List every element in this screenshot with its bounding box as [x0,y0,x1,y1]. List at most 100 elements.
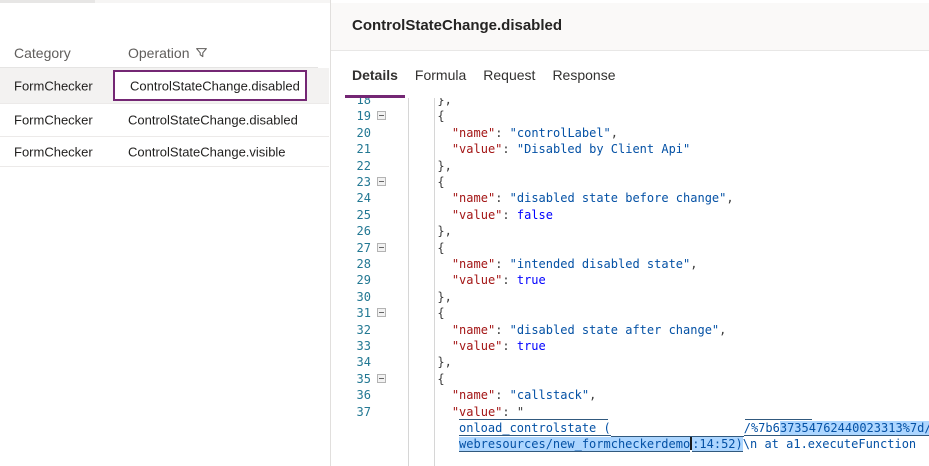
token-p: { [437,306,444,320]
token-s: "disabled state after change" [510,323,720,337]
code-editor[interactable]: 18},19{20"name": "controlLabel",21"value… [331,98,929,466]
tab-response[interactable]: Response [545,51,622,98]
fold-collapse-icon[interactable] [377,243,386,252]
code-line: 21"value": "Disabled by Client Api" [331,141,929,158]
code-line: 22}, [331,158,929,175]
line-number: 29 [331,272,371,288]
token-p: { [437,109,444,123]
code-text: }, [437,223,451,239]
token-k: "name" [452,257,495,271]
column-header-category[interactable]: Category [14,45,71,61]
detail-panel: ControlStateChange.disabled DetailsFormu… [331,0,929,466]
token-p: { [437,372,444,386]
callstack-text: \n at a1.executeFunction [743,437,916,451]
token-p: , [690,257,697,271]
code-text: }, [437,289,451,305]
code-text: "name": "disabled state after change", [452,322,727,338]
log-table-header: Category Operation [0,40,318,68]
log-table-panel: Category Operation FormChecker ControlSta… [0,3,330,466]
fold-collapse-icon[interactable] [377,177,386,186]
fold-collapse-icon[interactable] [377,374,386,383]
fold-collapse-icon[interactable] [377,111,386,120]
code-text: "name": "callstack", [452,387,597,403]
callstack-link[interactable]: onload_controlstate ( [459,421,611,436]
code-text: { [437,174,444,190]
token-k: "value" [452,142,503,156]
token-p: : [502,142,516,156]
token-p: : [502,208,516,222]
line-number: 23 [331,174,371,190]
token-p: : [495,126,509,140]
token-p: }, [437,98,451,107]
line-number: 19 [331,108,371,124]
code-text: "value": "Disabled by Client Api" [452,141,690,157]
tab-formula[interactable]: Formula [408,51,473,98]
code-line: 18}, [331,98,929,109]
line-number: 31 [331,305,371,321]
table-row[interactable]: FormCheckerControlStateChange.disabled [0,104,329,137]
token-p: : " [502,405,524,419]
table-row[interactable]: FormChecker ControlStateChange.visible [0,137,329,167]
code-line: 28 "name": "intended disabled state", [331,256,929,273]
token-p: : [495,257,509,271]
code-line: 20 "name": "controlLabel", [331,125,929,142]
log-table-body: FormChecker ControlStateChange.disabled Fo… [0,68,330,167]
token-p: , [611,126,618,140]
code-line: 30}, [331,289,929,306]
monitor-app-window: Category Operation FormChecker ControlSta… [0,0,929,466]
category-cell: FormChecker [14,78,93,93]
line-number: 20 [331,125,371,141]
code-line: 19 { [331,108,929,125]
token-p: }, [437,224,451,238]
code-text: "name": "controlLabel", [452,125,618,141]
code-line: 29 "value": true [331,272,929,289]
tab-request[interactable]: Request [476,51,542,98]
code-text: "value": true [452,272,546,288]
column-header-operation[interactable]: Operation [128,45,208,62]
code-line: 37"value": " [331,404,929,421]
line-number: 18 [331,98,371,108]
token-p: , [726,191,733,205]
line-number: 36 [331,387,371,403]
code-line: 33 "value": true [331,338,929,355]
line-number: 33 [331,338,371,354]
token-p: }, [437,355,451,369]
token-k: "name" [452,191,495,205]
filter-funnel-icon[interactable] [195,46,208,62]
code-text: "name": "intended disabled state", [452,256,698,272]
token-p: : [495,191,509,205]
token-p: : [502,339,516,353]
selection-highlight[interactable]: 37354762440023313%7d/ [780,421,929,436]
code-line: 26}, [331,223,929,240]
token-p: : [495,323,509,337]
token-s: "callstack" [510,388,589,402]
callstack-link[interactable]: /%7b6 [744,421,780,436]
detail-title: ControlStateChange.disabled [352,17,562,34]
code-text: "value": true [452,338,546,354]
table-row[interactable]: FormChecker ControlStateChange.disabled [0,68,329,104]
selected-cell-outline[interactable]: ControlStateChange.disabled [113,70,307,101]
code-text: { [437,305,444,321]
operation-cell: ControlStateChange.visible [128,144,286,159]
line-number: 28 [331,256,371,272]
code-line: 34}, [331,354,929,371]
token-k: "value" [452,339,503,353]
callstack-line-2: webresources/new_formcheckerdemo:14:52)\… [459,436,916,453]
token-p: : [502,273,516,287]
line-number: 25 [331,207,371,223]
token-k: "name" [452,126,495,140]
tab-details[interactable]: Details [345,51,405,98]
code-text: "value": " [452,404,524,420]
code-text: }, [437,98,451,108]
token-p: , [589,388,596,402]
category-cell: FormChecker [14,144,93,159]
operation-cell: ControlStateChange.disabled [130,78,300,93]
line-number: 24 [331,190,371,206]
selection-highlight[interactable]: :14:52) [692,437,743,452]
fold-collapse-icon[interactable] [377,308,386,317]
code-line: 27{ [331,240,929,257]
selection-highlight[interactable]: webresources/new_formcheckerdemo [459,437,690,452]
code-text: "name": "disabled state before change", [452,190,734,206]
token-k: "value" [452,405,503,419]
column-header-operation-label: Operation [128,45,189,61]
